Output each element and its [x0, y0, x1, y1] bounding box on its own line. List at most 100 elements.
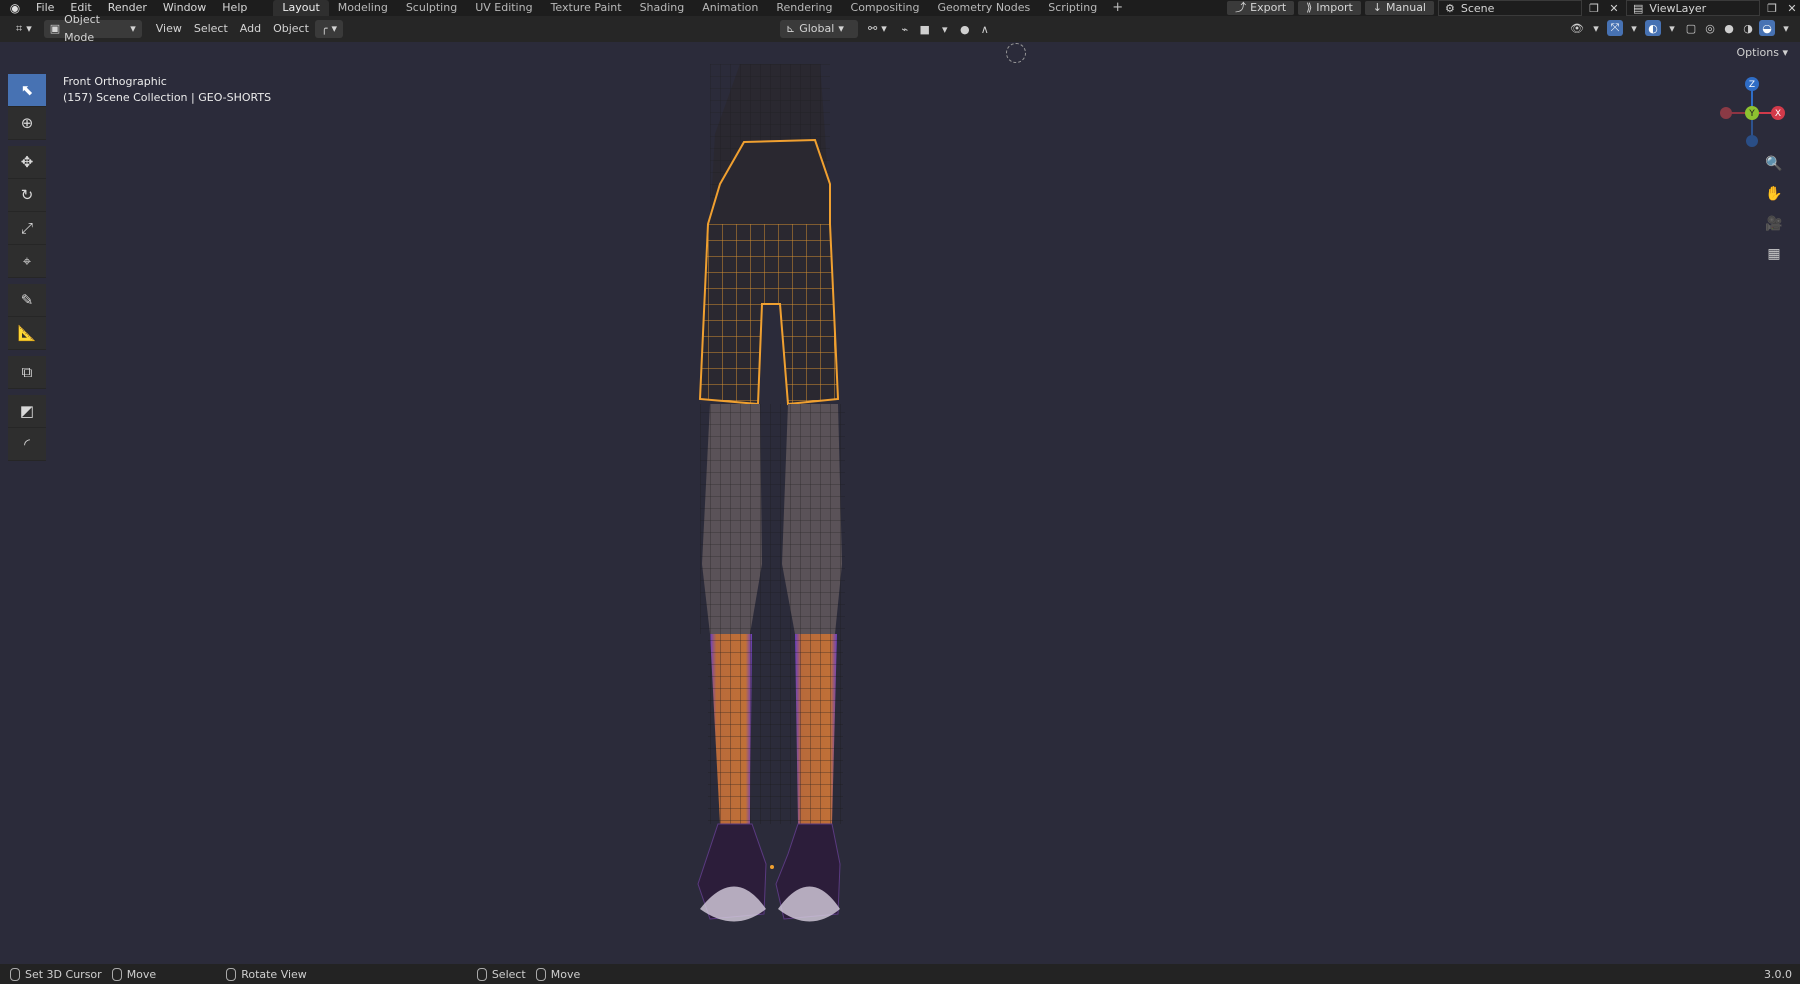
add-cube-tool-icon[interactable]: ⧉: [8, 356, 46, 389]
menu-file[interactable]: File: [28, 0, 62, 16]
mode-selector[interactable]: ▣ Object Mode ▾: [43, 13, 142, 44]
navigation-gizmo[interactable]: Z X Y: [1712, 76, 1792, 156]
manual-button[interactable]: ↓ Manual: [1364, 1, 1434, 15]
measure-tool-icon[interactable]: 📐: [8, 317, 46, 350]
status-set-cursor-label: Set 3D Cursor: [25, 967, 102, 981]
gizmo-y-label: Y: [1748, 109, 1755, 119]
pivot-button[interactable]: ⚯ ▾: [862, 20, 893, 38]
select-box-tool-icon[interactable]: ⬉: [8, 74, 46, 107]
status-move-label: Move: [126, 967, 157, 981]
zoom-icon[interactable]: 🔍: [1764, 154, 1784, 174]
gizmo-toggle-button[interactable]: ╭ ▾: [314, 20, 344, 38]
view-name: Front Orthographic: [63, 75, 167, 88]
mouse-middle-icon: [226, 967, 237, 981]
viewlayer-selector[interactable]: ▤ ViewLayer: [1626, 0, 1760, 16]
menu-object[interactable]: Object: [267, 20, 315, 38]
wireframe-shading-icon[interactable]: ◎: [1702, 20, 1718, 36]
overlay-icon[interactable]: ◐: [1645, 20, 1661, 36]
import-button[interactable]: ⟫ Import: [1298, 1, 1361, 15]
visibility-icon[interactable]: 👁: [1569, 20, 1585, 36]
falloff-icon[interactable]: ∧: [977, 21, 993, 37]
3d-cursor-icon: [1006, 43, 1026, 63]
scale-tool-icon[interactable]: ⤢: [8, 212, 46, 245]
add-workspace-icon[interactable]: +: [1106, 0, 1129, 16]
solid-shading-icon[interactable]: ●: [1721, 20, 1737, 36]
chevron-down-icon: ▾: [130, 22, 136, 35]
object-origin: [770, 865, 774, 869]
rendered-shading-icon[interactable]: ◒: [1759, 20, 1775, 36]
snap-target-icon[interactable]: ■: [917, 21, 933, 37]
tool-icon-a[interactable]: ◩: [8, 395, 46, 428]
export-label: Export: [1250, 1, 1287, 14]
snap-icon[interactable]: ⌁: [897, 21, 913, 37]
character-model[interactable]: [680, 64, 1000, 964]
xray-icon[interactable]: ▢: [1683, 20, 1699, 36]
annotate-tool-icon[interactable]: ✎: [8, 284, 46, 317]
menu-select[interactable]: Select: [188, 20, 234, 38]
tab-rendering[interactable]: Rendering: [767, 0, 841, 16]
orientation-selector[interactable]: ⊾ Global ▾: [780, 20, 858, 38]
menu-view[interactable]: View: [150, 20, 188, 38]
status-move2: Move: [535, 967, 581, 981]
editor-type-icon: ⌗: [16, 22, 23, 35]
chevron-down-icon[interactable]: ▾: [1664, 20, 1680, 36]
tab-layout[interactable]: Layout: [273, 0, 329, 16]
top-bar: ◉ File Edit Render Window Help Layout Mo…: [0, 0, 1800, 16]
editor-type-button[interactable]: ⌗ ▾: [10, 20, 38, 38]
version-label: 3.0.0: [1764, 967, 1792, 981]
viewlayer-icon: ▤: [1633, 1, 1644, 15]
shorts-wire: [700, 224, 838, 404]
rotate-tool-icon[interactable]: ↻: [8, 179, 46, 212]
mouse-right-icon: [535, 967, 546, 981]
blender-logo-icon[interactable]: ◉: [8, 1, 22, 15]
grid-icon[interactable]: ▦: [1764, 244, 1784, 264]
transform-controls: ⊾ Global ▾ ⚯ ▾ ⌁ ■ ▾ ● ∧: [780, 20, 993, 38]
scene-selector[interactable]: ⚙ Scene: [1438, 0, 1582, 16]
tab-sculpting[interactable]: Sculpting: [397, 0, 466, 16]
options-label: Options: [1736, 46, 1779, 59]
pan-hand-icon[interactable]: ✋: [1764, 184, 1784, 204]
tab-animation[interactable]: Animation: [693, 0, 767, 16]
orientation-icon: ⊾: [786, 22, 796, 35]
menu-help[interactable]: Help: [214, 0, 255, 16]
chevron-down-icon[interactable]: ▾: [1588, 20, 1604, 36]
tab-geometry-nodes[interactable]: Geometry Nodes: [928, 0, 1039, 16]
tab-shading[interactable]: Shading: [631, 0, 694, 16]
menu-window[interactable]: Window: [155, 0, 214, 16]
viewport-info: Front Orthographic (157) Scene Collectio…: [63, 74, 271, 106]
mouse-middle-icon: [111, 967, 122, 981]
status-rotate-label: Rotate View: [241, 967, 307, 981]
download-icon: ↓: [1372, 1, 1383, 14]
tab-uv-editing[interactable]: UV Editing: [466, 0, 541, 16]
move-tool-icon[interactable]: ✥: [8, 146, 46, 179]
tab-scripting[interactable]: Scripting: [1039, 0, 1106, 16]
material-shading-icon[interactable]: ◑: [1740, 20, 1756, 36]
status-move2-label: Move: [550, 967, 581, 981]
transform-tool-icon[interactable]: ⌖: [8, 245, 46, 278]
import-icon: ⟫: [1306, 1, 1313, 14]
gizmo-icon[interactable]: ⤧: [1607, 20, 1623, 36]
delete-scene-icon[interactable]: ✕: [1606, 0, 1622, 16]
menu-add[interactable]: Add: [234, 20, 267, 38]
tab-modeling[interactable]: Modeling: [329, 0, 397, 16]
tool-icon-b[interactable]: ◜: [8, 428, 46, 461]
manual-label: Manual: [1386, 1, 1426, 14]
curve-icon: ╭: [320, 22, 328, 35]
export-button[interactable]: ⤴ Export: [1227, 1, 1295, 15]
tab-compositing[interactable]: Compositing: [842, 0, 929, 16]
viewport-nav-icons: 🔍 ✋ 🎥 ▦: [1764, 154, 1784, 264]
chevron-down-icon[interactable]: ▾: [1778, 20, 1794, 36]
gizmo-neg-z-axis[interactable]: [1746, 135, 1758, 147]
proportional-edit-icon[interactable]: ●: [957, 21, 973, 37]
cursor-tool-icon[interactable]: ⊕: [8, 107, 46, 140]
options-button[interactable]: Options ▾: [1737, 46, 1788, 59]
tab-texture-paint[interactable]: Texture Paint: [542, 0, 631, 16]
thigh-wire: [700, 404, 845, 634]
new-scene-icon[interactable]: ❐: [1586, 0, 1602, 16]
delete-viewlayer-icon[interactable]: ✕: [1784, 0, 1800, 16]
chevron-down-icon[interactable]: ▾: [1626, 20, 1642, 36]
camera-icon[interactable]: 🎥: [1764, 214, 1784, 234]
new-viewlayer-icon[interactable]: ❐: [1764, 0, 1780, 16]
chevron-down-icon[interactable]: ▾: [937, 21, 953, 37]
gizmo-neg-x-axis[interactable]: [1720, 107, 1732, 119]
